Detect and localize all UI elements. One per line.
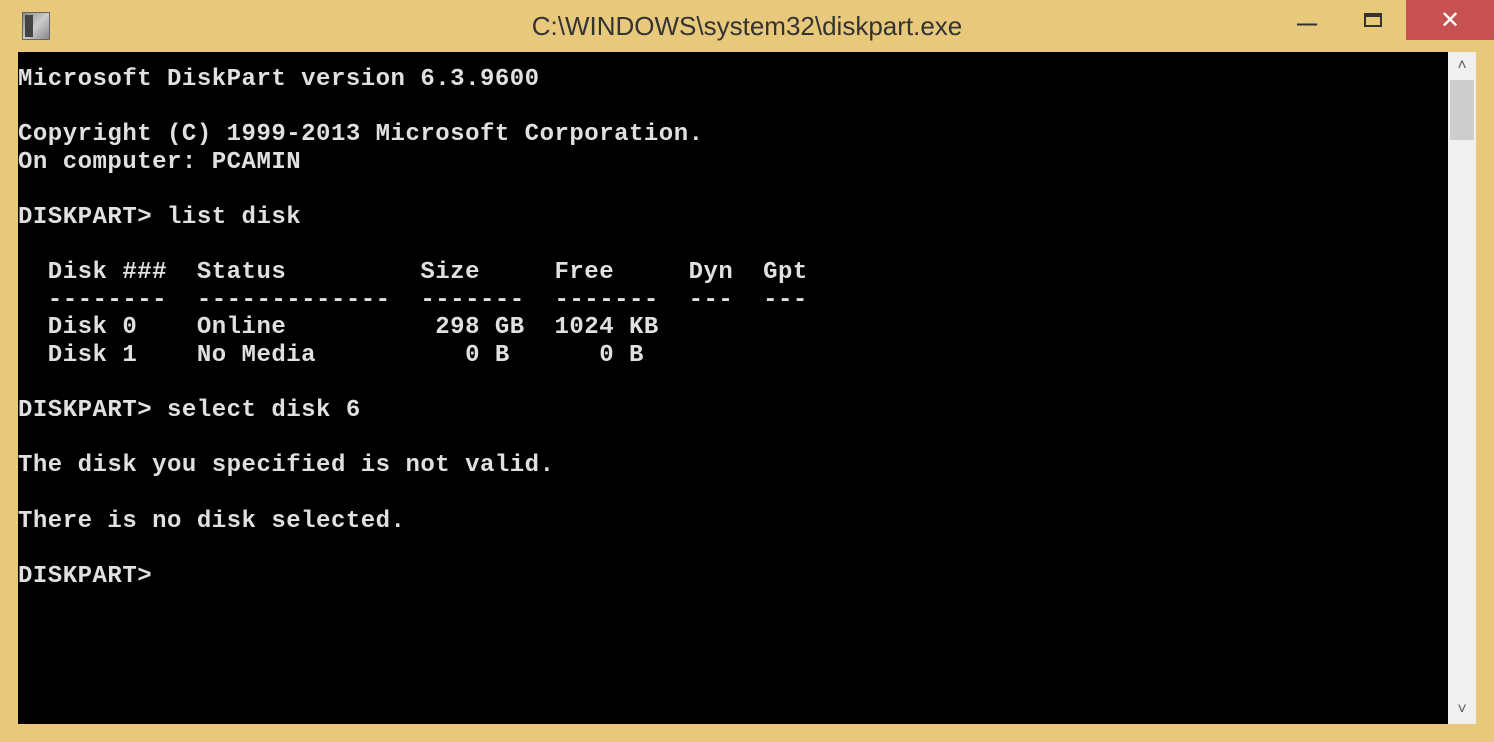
blank-line — [18, 535, 1448, 563]
titlebar[interactable]: C:\WINDOWS\system32\diskpart.exe ─ ✕ — [0, 0, 1494, 52]
maximize-icon — [1364, 13, 1382, 27]
blank-line — [18, 480, 1448, 508]
error-message: There is no disk selected. — [18, 508, 1448, 536]
version-line: Microsoft DiskPart version 6.3.9600 — [18, 66, 1448, 94]
scroll-up-arrow[interactable]: ˄ — [1448, 52, 1476, 80]
vertical-scrollbar[interactable]: ˄ ˅ — [1448, 52, 1476, 724]
blank-line — [18, 176, 1448, 204]
scroll-thumb[interactable] — [1450, 80, 1474, 140]
table-header: Disk ### Status Size Free Dyn Gpt — [18, 259, 1448, 287]
scroll-down-arrow[interactable]: ˅ — [1448, 696, 1476, 724]
minimize-button[interactable]: ─ — [1274, 0, 1340, 40]
prompt-select-disk: DISKPART> select disk 6 — [18, 397, 1448, 425]
table-separator: -------- ------------- ------- ------- -… — [18, 287, 1448, 315]
console-output[interactable]: Microsoft DiskPart version 6.3.9600 Copyr… — [18, 52, 1448, 724]
table-row: Disk 0 Online 298 GB 1024 KB — [18, 314, 1448, 342]
maximize-button[interactable] — [1340, 0, 1406, 40]
window-controls: ─ ✕ — [1274, 0, 1494, 40]
copyright-line: Copyright (C) 1999-2013 Microsoft Corpor… — [18, 121, 1448, 149]
blank-line — [18, 370, 1448, 398]
close-button[interactable]: ✕ — [1406, 0, 1494, 40]
computer-line: On computer: PCAMIN — [18, 149, 1448, 177]
table-row: Disk 1 No Media 0 B 0 B — [18, 342, 1448, 370]
scroll-track[interactable] — [1448, 80, 1476, 696]
window-title: C:\WINDOWS\system32\diskpart.exe — [532, 11, 963, 42]
blank-line — [18, 232, 1448, 260]
error-message: The disk you specified is not valid. — [18, 452, 1448, 480]
prompt-list-disk: DISKPART> list disk — [18, 204, 1448, 232]
window-frame: C:\WINDOWS\system32\diskpart.exe ─ ✕ Mic… — [0, 0, 1494, 742]
blank-line — [18, 425, 1448, 453]
prompt-empty: DISKPART> — [18, 563, 1448, 591]
console-area: Microsoft DiskPart version 6.3.9600 Copyr… — [18, 52, 1476, 724]
app-icon — [22, 12, 50, 40]
blank-line — [18, 94, 1448, 122]
